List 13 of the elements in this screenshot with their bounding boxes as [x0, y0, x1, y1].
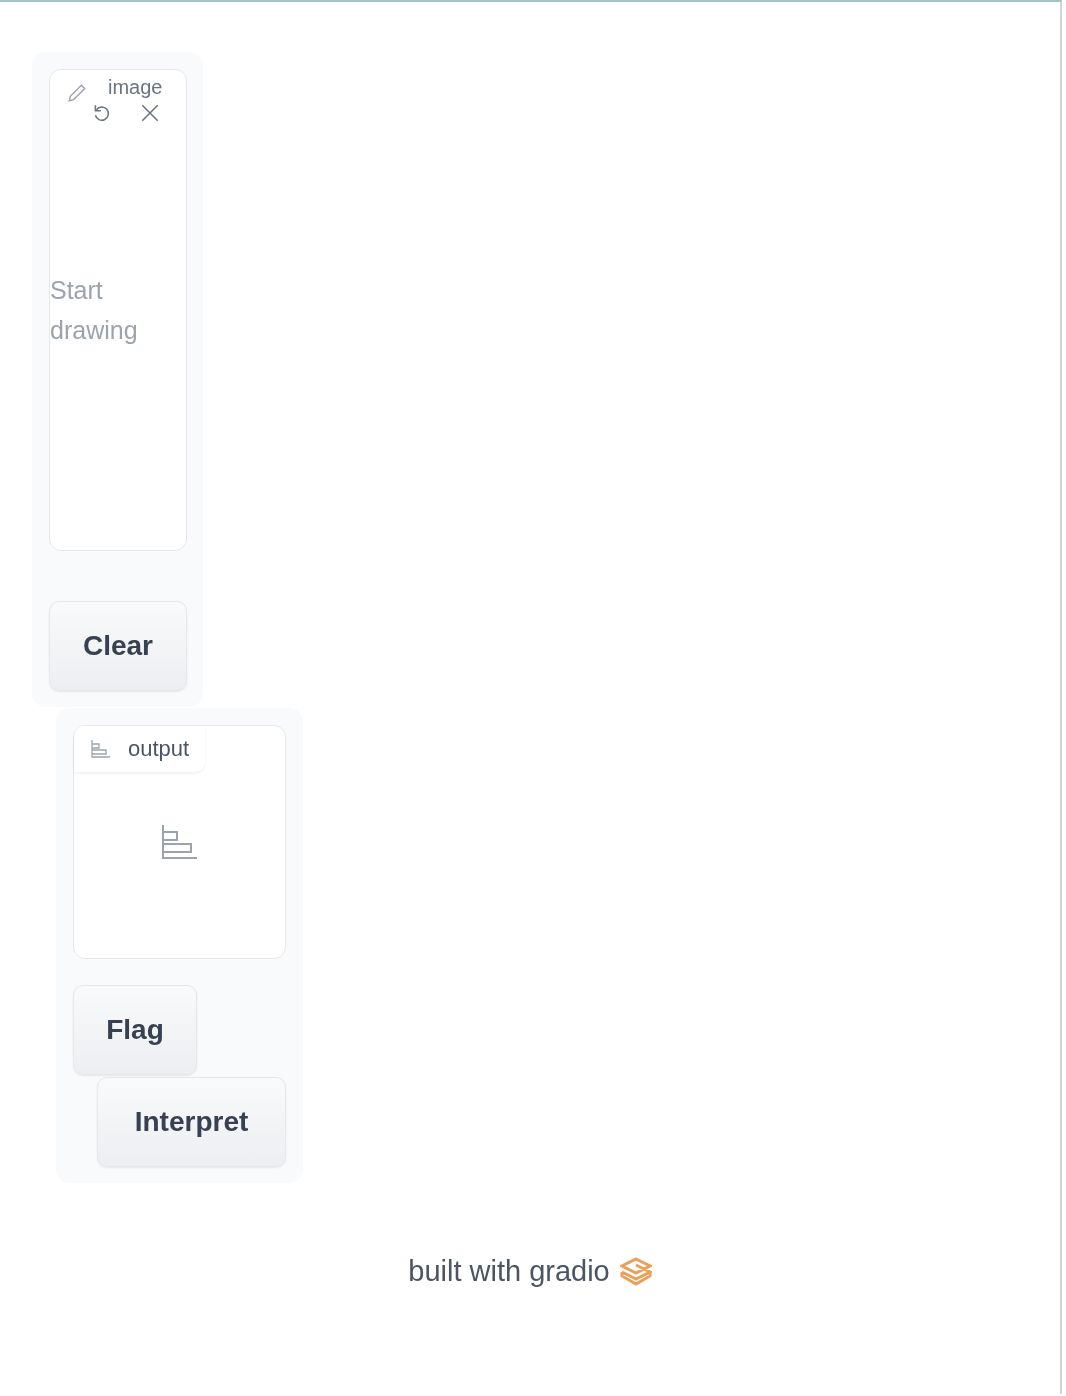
- footer-text: built with gradio: [408, 1255, 610, 1288]
- placeholder-text: Start drawing: [50, 275, 139, 346]
- image-label: image: [108, 76, 163, 99]
- action-button[interactable]: Interpret: [97, 1077, 286, 1167]
- close-icon: [139, 102, 161, 124]
- pencil-icon: [66, 82, 88, 104]
- bar-chart-icon: [160, 824, 199, 860]
- sketch-canvas[interactable]: image Start drawing: [49, 69, 187, 551]
- action-button[interactable]: Flag: [73, 985, 197, 1075]
- output-label-text: output: [128, 736, 190, 762]
- bar-chart-icon: [90, 739, 112, 759]
- logo-icon: [619, 1256, 652, 1287]
- action-button[interactable]: Clear: [49, 601, 187, 691]
